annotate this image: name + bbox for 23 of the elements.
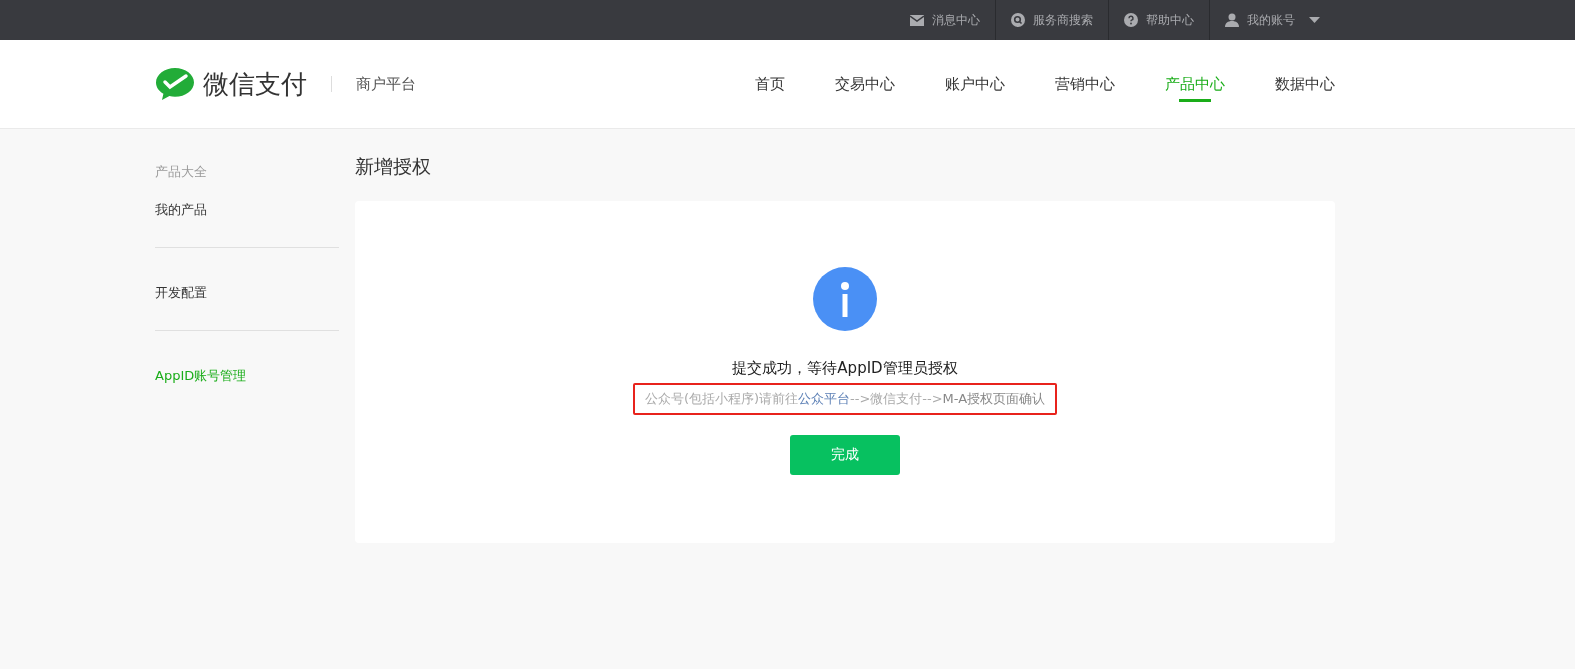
nav-tab[interactable]: 首页 bbox=[705, 40, 785, 128]
help-icon bbox=[1124, 13, 1138, 27]
top-bar-link[interactable]: 消息中心 bbox=[895, 0, 995, 40]
logo-text: 微信支付 bbox=[203, 67, 307, 101]
nav-tab[interactable]: 账户中心 bbox=[895, 40, 1005, 128]
info-icon bbox=[813, 267, 877, 331]
sidebar-item[interactable]: 我的产品 bbox=[155, 201, 339, 219]
platform-label: 商户平台 bbox=[356, 74, 416, 94]
sidebar-item[interactable]: 开发配置 bbox=[155, 284, 339, 302]
success-message: 提交成功，等待AppID管理员授权 bbox=[732, 359, 958, 378]
nav-tab[interactable]: 产品中心 bbox=[1115, 40, 1225, 128]
envelope-icon bbox=[910, 14, 924, 26]
sidebar-item[interactable]: 产品大全 bbox=[155, 163, 339, 181]
caret-icon bbox=[1309, 17, 1320, 23]
nav-tab[interactable]: 数据中心 bbox=[1225, 40, 1335, 128]
logo-icon bbox=[155, 67, 195, 101]
nav-tab[interactable]: 营销中心 bbox=[1005, 40, 1115, 128]
sidebar-item[interactable]: AppID账号管理 bbox=[155, 367, 339, 385]
nav-tab[interactable]: 交易中心 bbox=[785, 40, 895, 128]
page-title: 新增授权 bbox=[355, 154, 432, 179]
search-icon bbox=[1011, 13, 1025, 27]
instruction-text: 公众号(包括小程序)请前往公众平台-->微信支付-->M-A授权页面确认 bbox=[632, 383, 1058, 415]
user-icon bbox=[1225, 13, 1239, 27]
